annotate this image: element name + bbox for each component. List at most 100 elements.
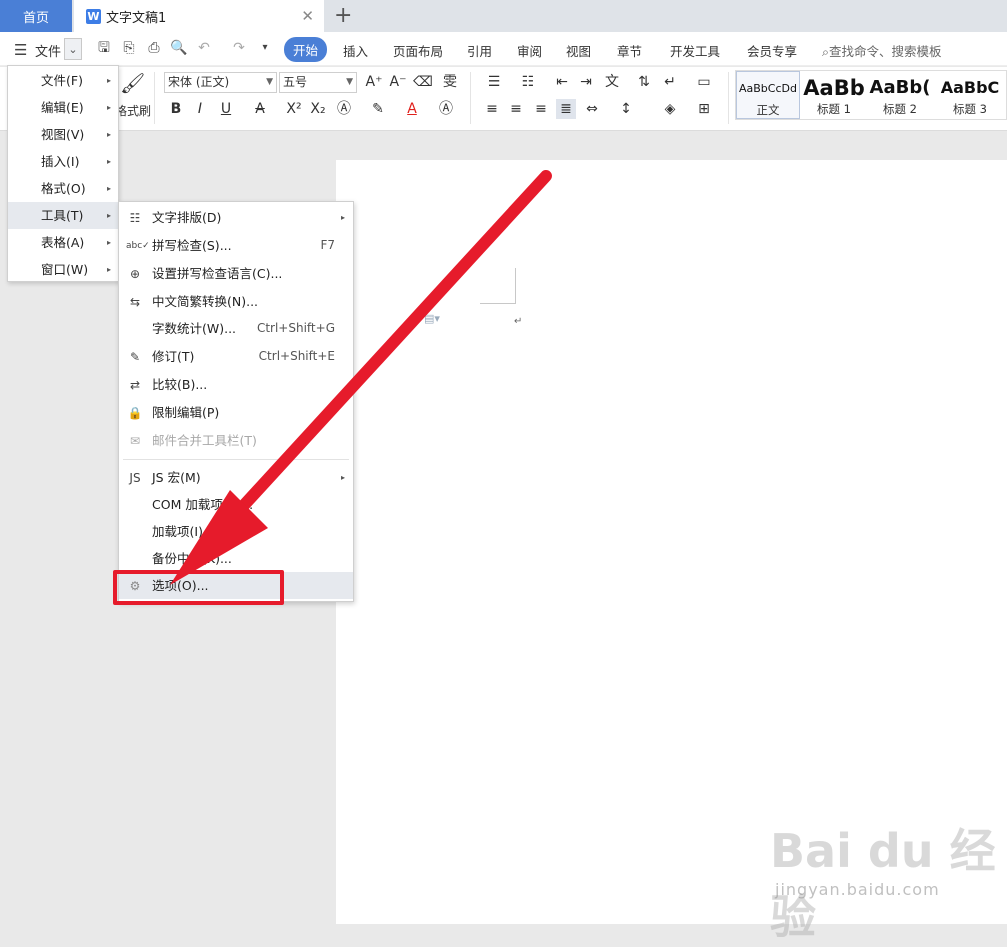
sort-icon[interactable]: ↵: [660, 72, 680, 92]
strikethrough-icon[interactable]: A: [250, 99, 270, 119]
close-tab-icon[interactable]: ✕: [301, 7, 314, 25]
show-marks-icon[interactable]: ▭: [694, 72, 714, 92]
submenu-label: 修订(T): [152, 349, 195, 364]
menu-item-file[interactable]: 文件(F) ▸: [8, 67, 118, 94]
submenu-chinese-convert[interactable]: ⇆ 中文简繁转换(N)...: [119, 288, 353, 315]
submenu-spellcheck[interactable]: abc✓ 拼写检查(S)... F7: [119, 232, 353, 259]
document-page[interactable]: [336, 160, 1007, 924]
search-icon: ⌕: [822, 44, 830, 59]
tab-references[interactable]: 引用: [467, 41, 492, 60]
increase-indent-icon[interactable]: ⇥: [576, 72, 596, 92]
submenu-text-layout[interactable]: ☷ 文字排版(D) ▸: [119, 204, 353, 231]
undo-icon[interactable]: ↶: [195, 39, 213, 57]
menu-item-label: 编辑(E): [41, 100, 84, 115]
tab-home-ribbon[interactable]: 开始: [284, 37, 328, 62]
grow-font-icon[interactable]: A⁺: [364, 72, 384, 92]
menu-item-tools[interactable]: 工具(T) ▸: [8, 202, 118, 229]
tab-view[interactable]: 视图: [566, 41, 591, 60]
chevron-right-icon: ▸: [106, 211, 111, 220]
tab-insert[interactable]: 插入: [343, 41, 368, 60]
font-size-select[interactable]: 五号 ▼: [279, 72, 357, 93]
paste-options-icon[interactable]: ▤▾: [424, 312, 440, 325]
menu-item-insert[interactable]: 插入(I) ▸: [8, 148, 118, 175]
style-heading-1[interactable]: AaBb 标题 1: [802, 71, 866, 119]
shrink-font-icon[interactable]: A⁻: [388, 72, 408, 92]
subscript-icon[interactable]: X₂: [308, 99, 328, 119]
submenu-js-macro[interactable]: JS JS 宏(M) ▸: [119, 464, 353, 491]
highlight-icon[interactable]: ✎: [368, 99, 388, 119]
divider: [728, 72, 729, 124]
tab-member[interactable]: 会员专享: [747, 41, 797, 60]
submenu-backup-center[interactable]: 备份中心(K)...: [119, 545, 353, 572]
menu-item-edit[interactable]: 编辑(E) ▸: [8, 94, 118, 121]
style-normal[interactable]: AaBbCcDd 正文: [736, 71, 800, 119]
font-color-icon[interactable]: A: [402, 99, 422, 119]
compare-icon: ⇄: [129, 378, 141, 392]
bold-icon[interactable]: B: [166, 99, 186, 119]
borders-icon[interactable]: ⊞: [694, 99, 714, 119]
text-effect-icon[interactable]: Ⓐ: [334, 99, 354, 119]
numbered-list-icon[interactable]: ☷: [518, 72, 538, 92]
submenu-label: 设置拼写检查语言(C)...: [152, 266, 283, 281]
char-border-icon[interactable]: Ⓐ: [436, 99, 456, 119]
submenu-word-count[interactable]: 字数统计(W)... Ctrl+Shift+G: [119, 315, 353, 342]
format-painter-icon[interactable]: 🖌: [120, 73, 145, 93]
align-right-icon[interactable]: ≡: [531, 99, 551, 119]
menu-item-table[interactable]: 表格(A) ▸: [8, 229, 118, 256]
tab-developer[interactable]: 开发工具: [670, 41, 720, 60]
redo-icon[interactable]: ↷: [230, 39, 248, 57]
style-heading-2[interactable]: AaBb( 标题 2: [868, 71, 932, 119]
file-dropdown-toggle[interactable]: ⌄: [64, 38, 82, 60]
shading-icon[interactable]: ◈: [660, 99, 680, 119]
style-heading-3[interactable]: AaBbC 标题 3: [934, 71, 1006, 119]
submenu-com-addins[interactable]: COM 加载项(A)...: [119, 491, 353, 518]
print-preview-icon[interactable]: 🔍: [170, 39, 188, 57]
print-icon[interactable]: ⎙: [145, 39, 163, 57]
justify-icon[interactable]: ≣: [556, 99, 576, 119]
submenu-compare[interactable]: ⇄ 比较(B)...: [119, 371, 353, 398]
distribute-icon[interactable]: ⇔: [582, 99, 602, 119]
menu-item-window[interactable]: 窗口(W) ▸: [8, 256, 118, 283]
customize-quick-access-icon[interactable]: ▾: [256, 39, 274, 57]
document-title: 文字文稿1: [106, 10, 167, 26]
line-spacing-icon[interactable]: ↕: [616, 99, 636, 119]
tab-page-layout[interactable]: 页面布局: [393, 41, 443, 60]
menu-item-format[interactable]: 格式(O) ▸: [8, 175, 118, 202]
tab-chapter[interactable]: 章节: [617, 41, 642, 60]
menu-item-view[interactable]: 视图(V) ▸: [8, 121, 118, 148]
pinyin-guide-icon[interactable]: 雯: [440, 72, 460, 92]
wps-writer-icon: W: [86, 8, 101, 24]
save-icon[interactable]: 🖫: [95, 39, 113, 57]
baidu-watermark-url: jingyan.baidu.com: [775, 880, 940, 899]
submenu-restrict-edit[interactable]: 🔒 限制编辑(P): [119, 399, 353, 426]
command-search[interactable]: ⌕查找命令、搜索模板: [822, 41, 942, 60]
submenu-addins[interactable]: 加载项(I)...: [119, 518, 353, 545]
tab-home[interactable]: 首页: [0, 0, 72, 32]
chinese-layout-icon[interactable]: 文: [602, 72, 622, 92]
file-menu-button[interactable]: 文件: [35, 41, 61, 60]
superscript-icon[interactable]: X²: [284, 99, 304, 119]
font-name-select[interactable]: 宋体 (正文) ▼: [164, 72, 277, 93]
text-direction-icon[interactable]: ⇅: [634, 72, 654, 92]
decrease-indent-icon[interactable]: ⇤: [552, 72, 572, 92]
menu-divider: [123, 459, 349, 460]
clear-format-icon[interactable]: ⌫: [413, 72, 433, 92]
align-left-icon[interactable]: ≡: [482, 99, 502, 119]
submenu-spell-language[interactable]: ⊕ 设置拼写检查语言(C)...: [119, 260, 353, 287]
menu-item-label: 工具(T): [41, 208, 84, 223]
style-name: 正文: [756, 103, 780, 117]
italic-icon[interactable]: I: [190, 99, 210, 119]
style-gallery: AaBbCcDd 正文 AaBb 标题 1 AaBb( 标题 2 AaBbC 标…: [735, 70, 1007, 120]
bullet-list-icon[interactable]: ☰: [484, 72, 504, 92]
export-pdf-icon[interactable]: ⎘: [120, 39, 138, 57]
tools-submenu: ☷ 文字排版(D) ▸ abc✓ 拼写检查(S)... F7 ⊕ 设置拼写检查语言(C).…: [118, 201, 354, 602]
tab-document[interactable]: W 文字文稿1 ✕: [74, 0, 324, 32]
tab-review[interactable]: 审阅: [517, 41, 542, 60]
align-center-icon[interactable]: ≡: [506, 99, 526, 119]
mail-icon: ✉: [129, 434, 141, 448]
hamburger-icon[interactable]: ☰: [14, 41, 27, 59]
submenu-revision[interactable]: ✎ 修订(T) Ctrl+Shift+E: [119, 343, 353, 370]
new-tab-button[interactable]: +: [334, 3, 352, 28]
underline-icon[interactable]: U: [216, 99, 236, 119]
format-painter-label[interactable]: 格式刷: [115, 102, 151, 119]
